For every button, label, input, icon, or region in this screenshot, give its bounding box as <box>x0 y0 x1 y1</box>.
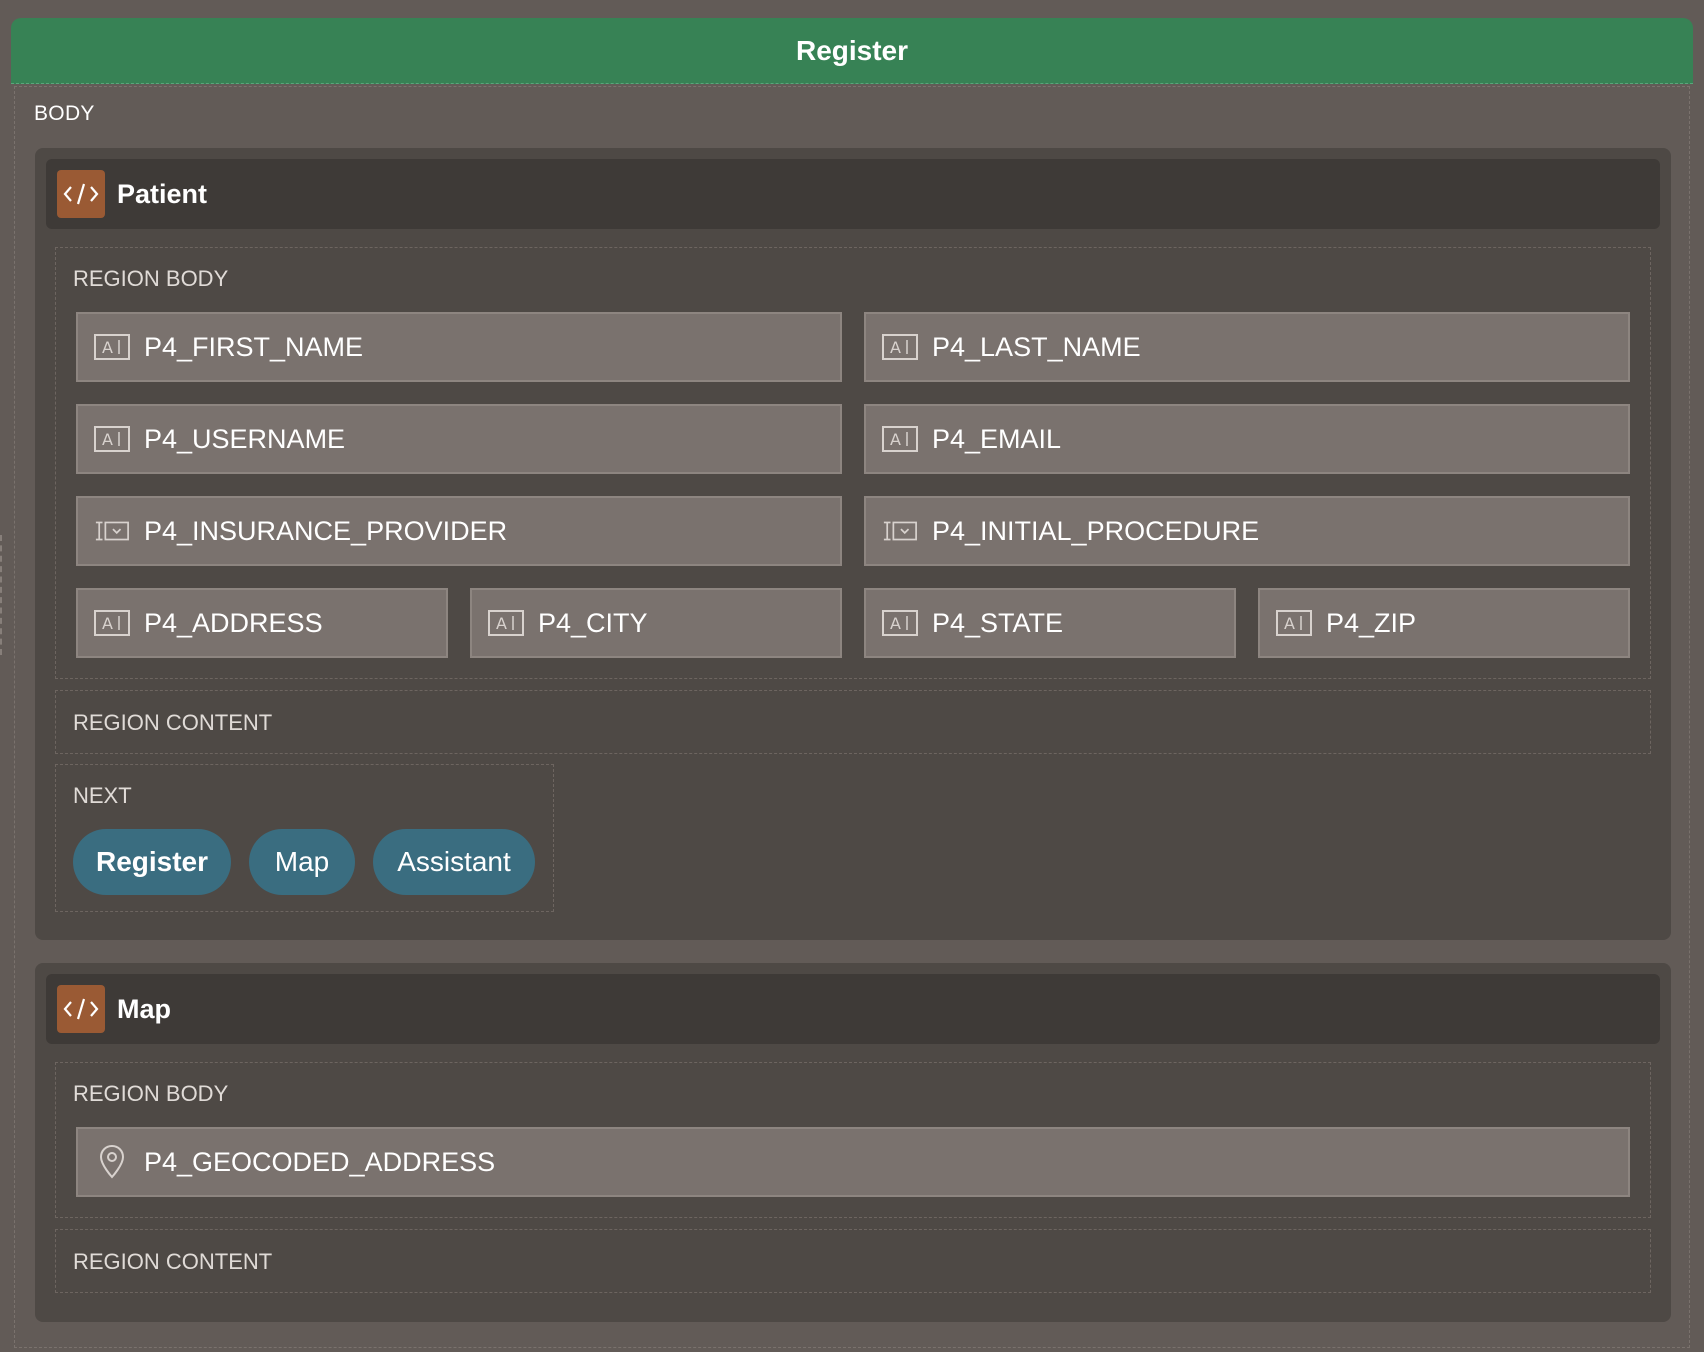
region-map[interactable]: Map REGION BODY P4_GEOCODED_ADDRESS REGI… <box>35 963 1671 1322</box>
item-label: P4_CITY <box>538 607 648 638</box>
item-zip[interactable]: A P4_ZIP <box>1258 588 1630 658</box>
region-patient-header[interactable]: Patient <box>46 159 1660 229</box>
svg-text:A: A <box>890 430 901 449</box>
item-label: P4_INSURANCE_PROVIDER <box>144 515 508 546</box>
region-map-title: Map <box>117 993 171 1024</box>
body-label: BODY <box>34 102 95 125</box>
code-icon <box>57 985 105 1033</box>
register-button-label: Register <box>95 846 209 877</box>
svg-text:A: A <box>102 338 113 357</box>
item-label: P4_STATE <box>932 607 1064 638</box>
page-title: Register <box>795 34 909 66</box>
register-button[interactable]: Register <box>73 829 231 895</box>
side-divider <box>0 535 2 655</box>
text-field-icon: A <box>94 424 130 454</box>
svg-text:A: A <box>890 338 901 357</box>
code-icon <box>57 170 105 218</box>
region-content-zone[interactable]: REGION CONTENT <box>55 690 1651 754</box>
item-first-name[interactable]: A P4_FIRST_NAME <box>76 312 842 382</box>
svg-text:A: A <box>1284 614 1295 633</box>
item-address[interactable]: A P4_ADDRESS <box>76 588 448 658</box>
item-last-name[interactable]: A P4_LAST_NAME <box>864 312 1630 382</box>
map-pin-icon <box>94 1144 130 1179</box>
svg-text:A: A <box>890 614 901 633</box>
region-content-label: REGION CONTENT <box>73 710 273 735</box>
item-city[interactable]: A P4_CITY <box>470 588 842 658</box>
assistant-button[interactable]: Assistant <box>373 829 535 895</box>
item-label: P4_USERNAME <box>144 423 346 454</box>
item-label: P4_EMAIL <box>932 423 1062 454</box>
region-body-label: REGION BODY <box>73 266 229 291</box>
region-content-zone[interactable]: REGION CONTENT <box>55 1229 1651 1293</box>
item-email[interactable]: A P4_EMAIL <box>864 404 1630 474</box>
text-field-icon: A <box>882 332 918 362</box>
item-geocoded-address[interactable]: P4_GEOCODED_ADDRESS <box>76 1127 1630 1197</box>
text-field-icon: A <box>882 608 918 638</box>
select-list-icon <box>882 516 918 546</box>
assistant-button-label: Assistant <box>397 846 511 877</box>
item-label: P4_INITIAL_PROCEDURE <box>932 515 1260 546</box>
svg-text:A: A <box>102 430 113 449</box>
text-field-icon: A <box>94 608 130 638</box>
item-label: P4_ADDRESS <box>144 607 323 638</box>
region-patient[interactable]: Patient REGION BODY A P4_FIRST_NAME A P4… <box>35 148 1671 940</box>
item-username[interactable]: A P4_USERNAME <box>76 404 842 474</box>
item-insurance-provider[interactable]: P4_INSURANCE_PROVIDER <box>76 496 842 566</box>
region-content-label: REGION CONTENT <box>73 1249 273 1274</box>
item-state[interactable]: A P4_STATE <box>864 588 1236 658</box>
next-button-zone[interactable]: NEXT Register Map Assistant <box>55 764 554 912</box>
page-title-bar[interactable]: Register <box>11 18 1693 84</box>
next-label: NEXT <box>73 783 132 808</box>
svg-text:A: A <box>102 614 113 633</box>
item-label: P4_GEOCODED_ADDRESS <box>144 1146 496 1177</box>
select-list-icon <box>94 516 130 546</box>
page-designer-canvas: Register BODY Patient REGION BODY A P4_F… <box>0 0 1704 1352</box>
item-label: P4_FIRST_NAME <box>144 331 364 362</box>
region-patient-title: Patient <box>117 178 208 209</box>
region-map-header[interactable]: Map <box>46 974 1660 1044</box>
map-button-label: Map <box>274 846 330 877</box>
region-body-label: REGION BODY <box>73 1081 229 1106</box>
item-label: P4_ZIP <box>1326 607 1417 638</box>
text-field-icon: A <box>882 424 918 454</box>
svg-text:A: A <box>496 614 507 633</box>
text-field-icon: A <box>1276 608 1312 638</box>
text-field-icon: A <box>94 332 130 362</box>
map-button[interactable]: Map <box>249 829 355 895</box>
item-label: P4_LAST_NAME <box>932 331 1141 362</box>
item-initial-procedure[interactable]: P4_INITIAL_PROCEDURE <box>864 496 1630 566</box>
text-field-icon: A <box>488 608 524 638</box>
